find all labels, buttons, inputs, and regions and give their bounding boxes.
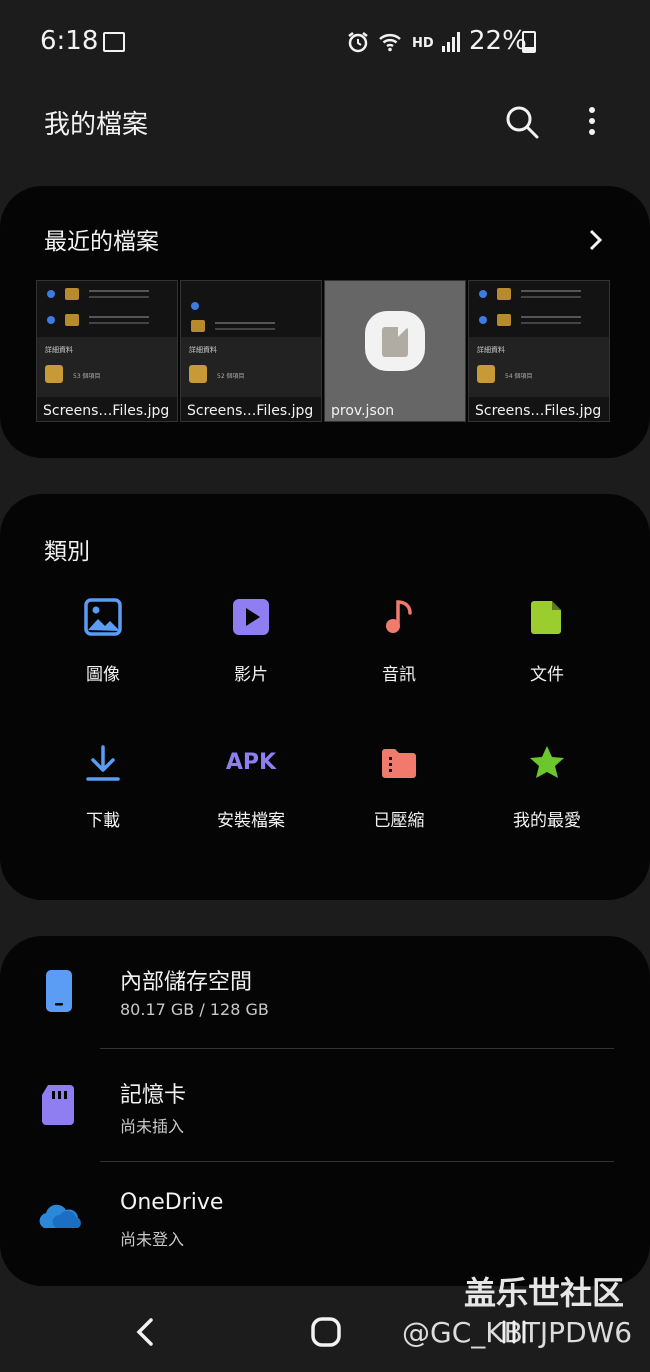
category-audio[interactable]: 音訊 [329, 588, 469, 698]
category-label: 文件 [530, 665, 564, 685]
chevron-right-icon[interactable] [584, 228, 606, 252]
storage-name: 記憶卡 [120, 1083, 187, 1108]
storage-internal[interactable]: 內部儲存空間 80.17 GB / 128 GB [0, 936, 650, 1048]
document-icon [531, 601, 561, 634]
json-file-icon [365, 311, 425, 371]
apk-icon: APK [225, 750, 277, 775]
category-downloads[interactable]: 下載 [33, 734, 173, 844]
category-favorites[interactable]: 我的最愛 [477, 734, 617, 844]
video-icon [233, 599, 269, 635]
category-label: 我的最愛 [513, 811, 581, 831]
storage-onedrive[interactable]: OneDrive 尚未登入 [0, 1162, 650, 1274]
category-videos[interactable]: 影片 [181, 588, 321, 698]
recent-file-name: Screens…Files.jpg [187, 403, 314, 419]
category-label: 影片 [234, 665, 268, 685]
recent-file-name: Screens…Files.jpg [475, 403, 602, 419]
recent-file-thumbnail[interactable]: prov.json [324, 280, 466, 422]
back-icon[interactable] [126, 1312, 166, 1352]
category-label: 已壓縮 [373, 811, 425, 831]
search-icon[interactable] [504, 104, 540, 140]
status-bar: 6:18 HD 22% [0, 0, 650, 86]
category-label: 安裝檔案 [217, 811, 285, 831]
storage-status: 尚未登入 [120, 1230, 185, 1249]
gallery-notification-icon [103, 32, 125, 52]
storage-name: OneDrive [120, 1190, 224, 1215]
categories-card: 類別 圖像 影片 音訊 文件 下載 APK 安裝檔案 已壓縮 我的最愛 [0, 494, 650, 900]
storage-status: 尚未插入 [120, 1117, 185, 1136]
wifi-icon [379, 34, 401, 52]
more-vert-icon[interactable] [580, 104, 604, 140]
music-note-icon [386, 600, 412, 633]
network-type: HD [412, 36, 434, 51]
signal-icon [442, 32, 460, 52]
alarm-icon [348, 32, 368, 53]
sd-card-icon [42, 1085, 74, 1125]
categories-title: 類別 [44, 539, 90, 565]
star-icon [530, 746, 564, 778]
category-images[interactable]: 圖像 [33, 588, 173, 698]
phone-icon [46, 970, 72, 1012]
storage-sd-card[interactable]: 記憶卡 尚未插入 [0, 1049, 650, 1161]
recent-files-title: 最近的檔案 [44, 229, 159, 255]
battery-icon [522, 31, 536, 53]
category-compressed[interactable]: 已壓縮 [329, 734, 469, 844]
onedrive-icon [39, 1204, 81, 1228]
recent-files-card: 最近的檔案 詳細資料 53 個項目 Screens…Files.jpg 詳細資料 5… [0, 186, 650, 458]
compressed-folder-icon [382, 749, 416, 778]
storage-name: 內部儲存空間 [120, 970, 253, 995]
storage-card: 內部儲存空間 80.17 GB / 128 GB 記憶卡 尚未插入 OneDri… [0, 936, 650, 1286]
image-icon [84, 598, 122, 636]
recent-files-list: 詳細資料 53 個項目 Screens…Files.jpg 詳細資料 52 個項目 … [36, 280, 610, 422]
category-apk[interactable]: APK 安裝檔案 [181, 734, 321, 844]
recent-file-thumbnail[interactable]: 詳細資料 52 個項目 Screens…Files.jpg [180, 280, 322, 422]
battery-percent: 22% [469, 26, 527, 56]
category-documents[interactable]: 文件 [477, 588, 617, 698]
recent-file-name: Screens…Files.jpg [43, 403, 170, 419]
status-time: 6:18 [40, 26, 99, 56]
recent-file-thumbnail[interactable]: 詳細資料 54 個項目 Screens…Files.jpg [468, 280, 610, 422]
recent-file-thumbnail[interactable]: 詳細資料 53 個項目 Screens…Files.jpg [36, 280, 178, 422]
category-label: 圖像 [86, 665, 120, 685]
storage-usage: 80.17 GB / 128 GB [120, 1000, 269, 1019]
navigation-bar [0, 1290, 650, 1372]
category-label: 下載 [86, 811, 120, 831]
download-icon [86, 745, 120, 781]
home-icon[interactable] [306, 1312, 346, 1352]
page-title: 我的檔案 [44, 110, 149, 140]
recent-file-name: prov.json [331, 403, 395, 419]
category-label: 音訊 [382, 665, 416, 685]
recent-apps-icon[interactable] [494, 1312, 534, 1352]
